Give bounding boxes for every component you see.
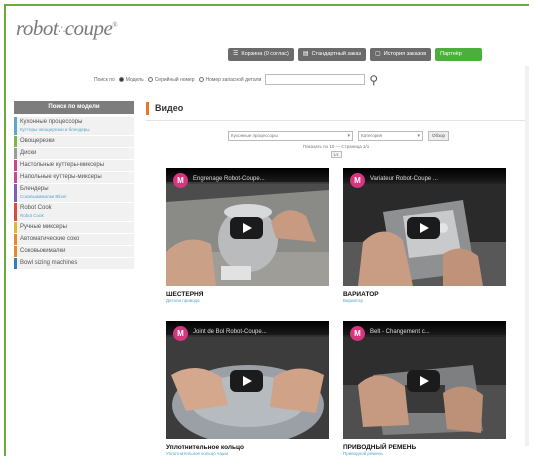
video-title: Belt - Changement c... [370,329,430,335]
document-icon: ▤ [302,51,309,57]
video-thumbnail[interactable]: M Engrenage Robot-Coupe... [166,168,329,286]
search-prefix: Поиск по [94,76,115,83]
order-history-button[interactable]: ▢ История заказов [370,48,432,61]
video-card[interactable]: M Joint de Bol Robot-Coupe... Уплотнител… [166,321,329,456]
page-title: Видео [146,102,526,115]
video-card[interactable]: M Engrenage Robot-Coupe... ШЕСТЕРНЯ Дета… [166,168,329,303]
video-thumbnail[interactable]: M Variateur Robot-Coupe ... [343,168,506,286]
main-content: Видео Кухонные процессоры Категория Обзо… [146,102,526,158]
video-thumbnail[interactable]: M Belt - Changement c... [343,321,506,439]
search-by-part-radio[interactable]: Номер запасной детали [198,77,261,83]
video-subcaption[interactable]: Вариатор [343,298,506,303]
video-subcaption[interactable]: Уплотнительное кольцо чаши [166,451,329,456]
cart-button[interactable]: ☰ Корзина (0 соглас) [228,48,294,61]
video-caption[interactable]: Уплотнительное кольцо [166,444,329,451]
browse-button[interactable]: Обзор [428,131,449,141]
model-select[interactable]: Кухонные процессоры [228,131,353,141]
search-by-serial-radio[interactable]: Серийный номер [147,77,195,83]
category-select[interactable]: Категория [358,131,423,141]
play-icon[interactable] [230,370,263,392]
page-scrollbar[interactable] [525,66,529,446]
search-icon[interactable]: ⚲ [369,74,378,86]
pagination[interactable]: 1/1 [330,151,342,158]
cart-icon: ☰ [233,51,239,57]
search-input[interactable] [265,74,366,85]
top-toolbar: ☰ Корзина (0 соглас) ▤ Стандартный заказ ▢… [228,48,482,61]
sidebar-item-table-cutters[interactable]: Настольные куттеры-миксеры [14,160,134,171]
video-card[interactable]: M Variateur Robot-Coupe ... ВАРИАТОР Вар… [343,168,506,303]
video-filters: Кухонные процессоры Категория Обзор [228,131,526,141]
video-caption[interactable]: ПРИВОДНЫЙ РЕМЕНЬ [343,444,506,451]
video-card[interactable]: M Belt - Changement c... ПРИВОДНЫЙ РЕМЕН… [343,321,506,456]
sidebar-heading: Поиск по модели [14,101,134,114]
play-icon[interactable] [230,217,263,239]
sidebar-item-juicers[interactable]: Соковыжималки [14,246,134,257]
robot-coupe-logo[interactable]: robot∴coupe® [16,16,118,41]
title-divider [146,120,526,121]
channel-avatar: M [350,173,365,188]
history-icon: ▢ [375,51,381,57]
video-title: Variateur Robot-Coupe ... [370,176,438,182]
sidebar-item-blenders[interactable]: Блендеры Соковыжималки Blixer [14,184,134,202]
sidebar-item-floor-cutters[interactable]: Напольные куттеры-миксеры [14,172,134,183]
sidebar-item-hand-mixers[interactable]: Ручные миксеры [14,222,134,233]
sidebar: Поиск по модели Кухонные процессоры Кутте… [14,101,134,270]
video-subcaption[interactable]: Приводной ремень [343,451,506,456]
video-subcaption[interactable]: Детали привода [166,298,329,303]
sidebar-item-discs[interactable]: Диски [14,148,134,159]
video-caption[interactable]: ВАРИАТОР [343,291,506,298]
play-icon[interactable] [407,217,440,239]
sidebar-item-bowl-sizing[interactable]: Bowl sizing machines [14,258,134,269]
standard-order-button[interactable]: ▤ Стандартный заказ [297,48,367,61]
sidebar-item-auto-juicers[interactable]: Автоматические соко [14,234,134,245]
partner-button[interactable]: Партнёр [435,48,482,61]
sidebar-item-food-processors[interactable]: Кухонные процессоры Куттеры-овощерезки и … [14,117,134,135]
sidebar-item-vegetable-cutters[interactable]: Овощерезки [14,136,134,147]
search-by-model-radio[interactable]: Модель [118,77,144,83]
page-frame: robot∴coupe® ☰ Корзина (0 соглас) ▤ Станда… [4,4,529,456]
channel-avatar: M [350,326,365,341]
video-title: Joint de Bol Robot-Coupe... [193,329,267,335]
play-icon[interactable] [407,370,440,392]
sidebar-item-robot-cook[interactable]: Robot Cook Robot Cook [14,203,134,221]
video-caption[interactable]: ШЕСТЕРНЯ [166,291,329,298]
channel-avatar: M [173,326,188,341]
results-count: Показать по 10 — Страница 1/1 [302,144,370,149]
search-bar: Поиск по Модель Серийный номер Номер зап… [94,74,378,86]
channel-avatar: M [173,173,188,188]
video-title: Engrenage Robot-Coupe... [193,176,265,182]
video-thumbnail[interactable]: M Joint de Bol Robot-Coupe... [166,321,329,439]
